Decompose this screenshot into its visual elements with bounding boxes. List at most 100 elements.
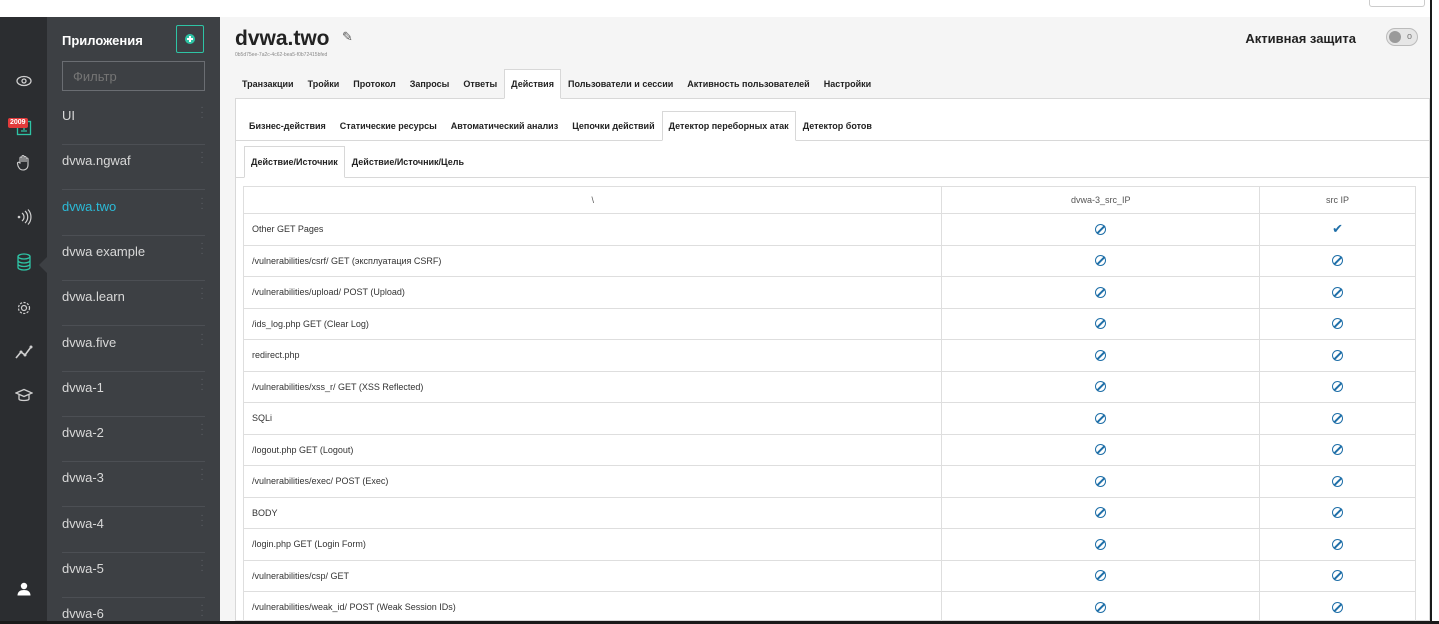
app-item[interactable]: dvwa.two · · ·: [62, 191, 205, 236]
table-row: SQLi: [242, 402, 1416, 435]
app-item[interactable]: dvwa-3 · · ·: [62, 462, 205, 508]
sub-tab[interactable]: Детектор переборных атак: [661, 111, 796, 141]
ban-icon[interactable]: [1332, 444, 1344, 456]
ban-icon[interactable]: [1095, 381, 1107, 393]
app-item[interactable]: dvwa-5 · · ·: [62, 553, 205, 598]
main-tab[interactable]: Активность пользователей: [680, 69, 816, 99]
column-header-dvwa3-src-ip[interactable]: dvwa-3_src_IP: [941, 186, 1261, 214]
more-vertical-icon[interactable]: · · ·: [199, 420, 205, 440]
action-name-cell: /login.php GET (Login Form): [242, 528, 943, 561]
app-item[interactable]: dvwa-2 · · ·: [62, 417, 205, 463]
status-cell: [1259, 244, 1416, 277]
status-cell: [941, 402, 1261, 435]
top-button[interactable]: [1369, 0, 1425, 7]
ban-icon[interactable]: [1332, 538, 1344, 550]
app-item[interactable]: dvwa.five · · ·: [62, 327, 205, 372]
hand-icon[interactable]: [0, 154, 47, 172]
ban-icon[interactable]: [1332, 507, 1344, 519]
more-vertical-icon[interactable]: · · ·: [199, 284, 205, 304]
table-row: /vulnerabilities/upload/ POST (Upload): [242, 276, 1416, 309]
app-item[interactable]: dvwa.ngwaf · · ·: [62, 145, 205, 191]
main-tab[interactable]: Действия: [504, 69, 561, 99]
ban-icon[interactable]: [1095, 601, 1107, 613]
eye-icon[interactable]: [0, 75, 47, 87]
status-cell: [941, 591, 1261, 624]
table-row: /logout.php GET (Logout): [242, 433, 1416, 466]
main-tab[interactable]: Тройки: [301, 69, 347, 99]
ban-icon[interactable]: [1095, 349, 1107, 361]
graduation-icon[interactable]: [0, 388, 47, 404]
more-vertical-icon[interactable]: · · ·: [199, 193, 205, 213]
more-vertical-icon[interactable]: · · ·: [199, 329, 205, 349]
ban-icon[interactable]: [1095, 286, 1107, 298]
ban-icon[interactable]: [1332, 570, 1344, 582]
app-item[interactable]: dvwa-4 · · ·: [62, 508, 205, 553]
active-protection-toggle[interactable]: o: [1386, 28, 1418, 46]
main-tab[interactable]: Протокол: [346, 69, 402, 99]
more-vertical-icon[interactable]: · · ·: [199, 374, 205, 394]
ban-icon[interactable]: [1095, 412, 1107, 424]
gear-icon[interactable]: [0, 300, 47, 316]
ban-icon[interactable]: [1332, 601, 1344, 613]
ban-icon[interactable]: [1095, 475, 1107, 487]
app-item[interactable]: dvwa example · · ·: [62, 236, 205, 281]
more-vertical-icon[interactable]: · · ·: [199, 601, 205, 621]
check-icon[interactable]: ✔: [1332, 221, 1343, 237]
sub-tab[interactable]: Статические ресурсы: [333, 111, 444, 141]
active-marker: [39, 257, 47, 273]
main-tab[interactable]: Транзакции: [235, 69, 301, 99]
action-name-cell: redirect.php: [242, 339, 943, 372]
more-vertical-icon[interactable]: · · ·: [199, 510, 205, 530]
ban-icon[interactable]: [1332, 349, 1344, 361]
ban-icon[interactable]: [1095, 444, 1107, 456]
more-vertical-icon[interactable]: · · ·: [199, 148, 205, 168]
main-tab[interactable]: Настройки: [817, 69, 878, 99]
ban-icon[interactable]: [1095, 507, 1107, 519]
edit-pencil-icon[interactable]: ✎: [342, 29, 353, 45]
app-item[interactable]: dvwa-1 · · ·: [62, 372, 205, 417]
more-vertical-icon[interactable]: · · ·: [199, 238, 205, 258]
sub-tab[interactable]: Цепочки действий: [565, 111, 661, 141]
action-name-cell: /vulnerabilities/upload/ POST (Upload): [242, 276, 943, 309]
column-header-src-ip[interactable]: src IP: [1259, 186, 1416, 214]
ban-icon[interactable]: [1332, 412, 1344, 424]
ban-icon[interactable]: [1095, 538, 1107, 550]
graph-icon[interactable]: [0, 344, 47, 360]
status-cell: [941, 244, 1261, 277]
sub-tab[interactable]: Бизнес-действия: [242, 111, 333, 141]
more-vertical-icon[interactable]: · · ·: [199, 465, 205, 485]
ban-icon[interactable]: [1095, 255, 1107, 267]
main-tab[interactable]: Запросы: [403, 69, 457, 99]
app-item[interactable]: dvwa.learn · · ·: [62, 281, 205, 327]
main-tab[interactable]: Пользователи и сессии: [561, 69, 680, 99]
status-cell: [941, 370, 1261, 403]
ban-icon[interactable]: [1332, 286, 1344, 298]
status-cell: [941, 528, 1261, 561]
status-cell: [941, 496, 1261, 529]
add-app-button[interactable]: [176, 25, 204, 53]
ban-icon[interactable]: [1095, 223, 1107, 235]
main-content: dvwa.two ✎ 0b5d75ee-7a2c-4c62-bea5-f0b72…: [220, 17, 1430, 624]
active-protection-label: Активная защита: [1245, 31, 1356, 46]
ban-icon[interactable]: [1332, 318, 1344, 330]
table-body: Other GET Pages ✔ /vulnerabilities/csrf/ G…: [242, 213, 1416, 624]
filter-input[interactable]: [62, 61, 205, 91]
sub-tab[interactable]: Автоматический анализ: [444, 111, 565, 141]
ban-icon[interactable]: [1332, 381, 1344, 393]
app-item-label: dvwa-4: [62, 515, 104, 531]
ban-icon[interactable]: [1095, 318, 1107, 330]
table-row: /ids_log.php GET (Clear Log): [242, 307, 1416, 340]
sub-tab[interactable]: Детектор ботов: [796, 111, 879, 141]
sub2-tab[interactable]: Действие/Источник/Цель: [345, 146, 471, 178]
ban-icon[interactable]: [1332, 255, 1344, 267]
signal-icon[interactable]: [0, 209, 47, 225]
app-item[interactable]: UI · · ·: [62, 100, 205, 145]
more-vertical-icon[interactable]: · · ·: [199, 103, 205, 123]
main-tab[interactable]: Ответы: [456, 69, 504, 99]
more-vertical-icon[interactable]: · · ·: [199, 556, 205, 576]
ban-icon[interactable]: [1332, 475, 1344, 487]
sub2-tab[interactable]: Действие/Источник: [244, 146, 345, 178]
ban-icon[interactable]: [1095, 570, 1107, 582]
status-cell: ✔: [1259, 213, 1416, 246]
user-icon[interactable]: [0, 582, 47, 596]
